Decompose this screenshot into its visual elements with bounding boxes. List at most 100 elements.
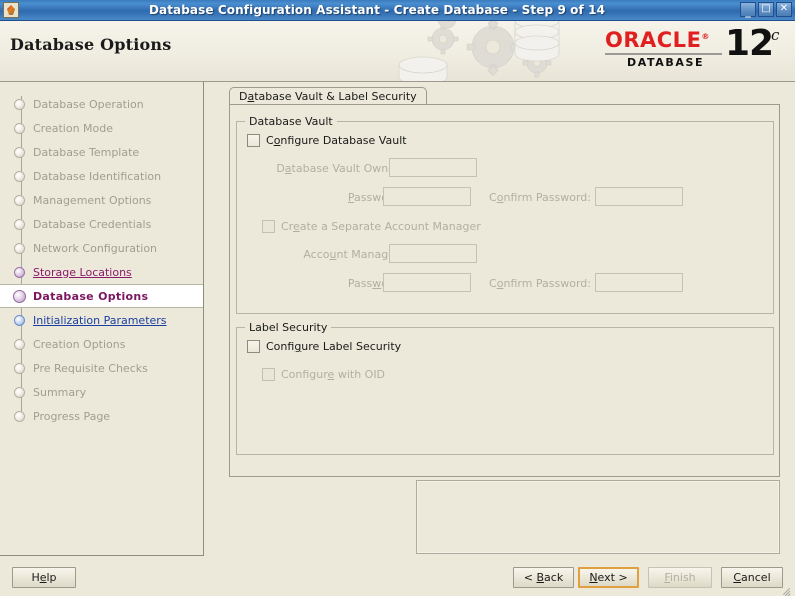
wizard-step-list: Database Operation Creation Mode Databas… [0,82,203,428]
wizard-button-bar: Help < Back Next > Finish Cancel [0,556,795,596]
dbca-window: Database Configuration Assistant - Creat… [0,0,795,596]
sidebar-item-creation-options[interactable]: Creation Options [0,332,203,356]
sidebar-item-label: Creation Options [33,337,126,351]
sidebar-item-storage-locations[interactable]: Storage Locations [0,260,203,284]
step-bullet-icon [14,242,25,254]
sidebar-item-label: Creation Mode [33,121,114,135]
logo-divider [605,53,722,55]
configure-database-vault-row[interactable]: Configure Database Vault [247,134,407,147]
database-vault-password-input[interactable] [383,187,471,206]
account-manager-confirm-password-input[interactable] [595,273,683,292]
sidebar-item-label: Management Options [33,193,152,207]
wizard-step-sidebar: Database Operation Creation Mode Databas… [0,82,204,556]
maximize-button[interactable]: □ [758,2,774,17]
minimize-button[interactable]: _ [740,2,756,18]
sidebar-item-label: Progress Page [33,409,111,423]
step-bullet-icon [14,362,25,374]
sidebar-item-database-identification[interactable]: Database Identification [0,164,203,188]
account-manager-input[interactable] [389,244,477,263]
database-vault-group: Database Vault Configure Database Vault … [236,115,774,314]
sidebar-item-initialization-parameters[interactable]: Initialization Parameters [0,308,203,332]
configure-database-vault-checkbox[interactable] [247,134,260,147]
label-security-group: Label Security Configure Label Security … [236,321,774,455]
account-manager-label: Account Manager: [303,248,403,261]
sidebar-item-pre-requisite-checks[interactable]: Pre Requisite Checks [0,356,203,380]
mnemonic-char: N [589,571,598,584]
tab-database-vault-label-security[interactable]: Database Vault & Label Security [229,87,427,105]
mnemonic-char: C [733,571,742,584]
mnemonic-char: B [536,571,545,584]
tab-content: Database Vault Configure Database Vault … [229,104,780,477]
sidebar-item-label: Network Configuration [33,241,158,255]
oracle-version-number: 12 [725,23,774,64]
sidebar-item-label: Database Credentials [33,217,152,231]
account-manager-password-input[interactable] [383,273,471,292]
page-title: Database Options [10,35,172,54]
database-vault-confirm-password-input[interactable] [595,187,683,206]
configure-database-vault-label: Configure Database Vault [266,134,407,147]
sidebar-item-label: Storage Locations [33,265,132,279]
step-bullet-icon [14,386,25,398]
configure-label-security-label: Configure Label Security [266,340,402,353]
create-separate-account-manager-label: Create a Separate Account Manager [281,220,481,233]
database-vault-confirm-password-label: Confirm Password: [489,191,591,204]
sidebar-item-database-template[interactable]: Database Template [0,140,203,164]
sidebar-item-label: Database Options [33,289,149,303]
finish-button[interactable]: Finish [648,567,712,588]
configure-label-security-row[interactable]: Configure Label Security [247,340,401,353]
gears-database-artwork [398,21,560,81]
create-separate-account-manager-row[interactable]: Create a Separate Account Manager [262,220,481,233]
sidebar-item-summary[interactable]: Summary [0,380,203,404]
tab-panel: Database Vault & Label Security Database… [229,87,780,477]
step-bullet-icon-current [13,289,26,303]
step-bullet-icon [14,314,25,326]
page-banner: Database Options ORACLE® DATABASE 12 c [0,21,795,82]
oracle-product-label: DATABASE [627,56,705,69]
sidebar-item-label: Database Identification [33,169,162,183]
step-bullet-icon [14,266,25,278]
window-titlebar: Database Configuration Assistant - Creat… [0,0,795,21]
configure-with-oid-checkbox[interactable] [262,368,275,381]
maximize-icon: □ [761,3,771,14]
sidebar-item-database-operation[interactable]: Database Operation [0,92,203,116]
help-button[interactable]: Help [12,567,76,588]
label-security-group-title: Label Security [245,321,332,334]
step-bullet-icon [14,170,25,182]
sidebar-item-progress-page[interactable]: Progress Page [0,404,203,428]
back-button[interactable]: < Back [513,567,574,588]
registered-mark: ® [701,32,710,41]
sidebar-item-management-options[interactable]: Management Options [0,188,203,212]
mnemonic-char: e [292,220,300,233]
account-manager-confirm-password-label: Confirm Password: [489,277,591,290]
step-bullet-icon [14,338,25,350]
mnemonic-char: a [284,162,292,175]
next-button[interactable]: Next > [578,567,639,588]
main-content-pane: Database Vault & Label Security Database… [204,82,795,556]
create-separate-account-manager-checkbox[interactable] [262,220,275,233]
sidebar-item-database-options[interactable]: Database Options [0,284,203,308]
sidebar-item-label: Summary [33,385,87,399]
step-bullet-icon [14,218,25,230]
sidebar-item-label: Initialization Parameters [33,313,167,327]
step-bullet-icon [14,194,25,206]
sidebar-item-network-configuration[interactable]: Network Configuration [0,236,203,260]
oracle-brand-label: ORACLE [605,28,702,52]
oracle-brand-text: ORACLE® [605,28,710,52]
configure-label-security-checkbox[interactable] [247,340,260,353]
cancel-button[interactable]: Cancel [721,567,783,588]
sidebar-item-creation-mode[interactable]: Creation Mode [0,116,203,140]
resize-grip-icon[interactable] [781,582,793,596]
database-vault-owner-label: Database Vault Owner: [276,162,403,175]
step-bullet-icon [14,98,25,110]
mnemonic-char: e [39,571,47,584]
tab-strip: Database Vault & Label Security [229,87,780,105]
database-vault-owner-input[interactable] [389,158,477,177]
sidebar-item-label: Pre Requisite Checks [33,361,148,375]
step-bullet-icon [14,146,25,158]
configure-with-oid-row[interactable]: Configure with OID [262,368,385,381]
sidebar-item-label: Database Operation [33,97,144,111]
sidebar-item-database-credentials[interactable]: Database Credentials [0,212,203,236]
database-vault-password-label: Password: [347,191,403,204]
window-title: Database Configuration Assistant - Creat… [148,3,606,17]
close-button[interactable]: ✕ [776,2,792,17]
